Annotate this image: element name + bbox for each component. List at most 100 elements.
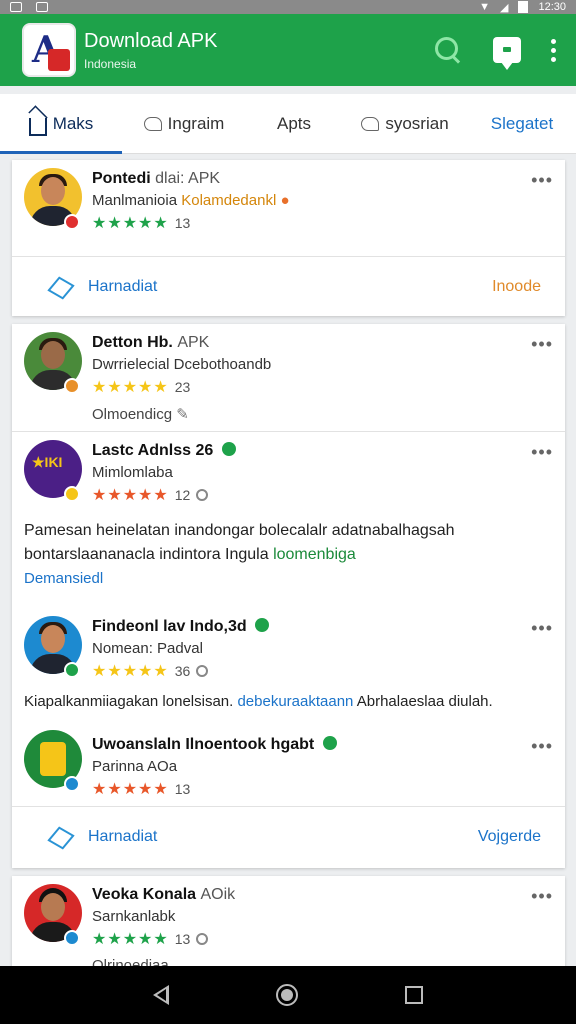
more-vert-icon[interactable]	[551, 38, 556, 62]
verified-icon	[221, 442, 236, 456]
system-nav-bar	[0, 966, 576, 1024]
post-author[interactable]: Pontedi	[92, 170, 151, 187]
tab-bar: Maks Ingraim Apts syosrian Slegatet	[0, 94, 576, 154]
post-author[interactable]: Veoka Konala	[92, 886, 196, 903]
rating-stars: ★★★★★	[92, 663, 169, 680]
tag-icon	[143, 116, 162, 131]
more-icon[interactable]: •••	[531, 886, 553, 907]
feed-post[interactable]: Detton Hb. APK Dwrrielecial Dcebothoandb…	[12, 324, 565, 432]
rating-stars: ★★★★★	[92, 487, 169, 504]
home-button-icon[interactable]	[275, 984, 298, 1006]
badge-icon	[64, 486, 80, 502]
home-icon	[28, 117, 47, 136]
read-more-link[interactable]: Demansiedl	[24, 567, 549, 591]
app-subtitle: Indonesia	[84, 56, 137, 71]
card-footer: Harnadiat Vojgerde	[12, 806, 565, 866]
comment-icon	[361, 116, 380, 131]
rating: ★★★★★ 13	[92, 929, 549, 949]
card-action-right[interactable]: Vojgerde	[478, 828, 541, 846]
badge-icon	[64, 776, 80, 792]
rating-stars: ★★★★★	[92, 931, 169, 948]
tab-ingraim[interactable]: Ingraim	[122, 94, 246, 154]
post-tag: dlai: APK	[155, 170, 221, 187]
info-icon	[196, 489, 209, 501]
feed-card: Veoka Konala AOik Sarnkanlabk ★★★★★ 13 O…	[12, 876, 565, 968]
post-subtitle: Dwrrielecial Dcebothoandb	[92, 356, 272, 373]
emoji-icon: ●	[280, 192, 290, 209]
recents-icon[interactable]	[404, 986, 423, 1004]
feed-card: Detton Hb. APK Dwrrielecial Dcebothoandb…	[12, 324, 565, 868]
feed-post[interactable]: Pontedi dlai: APK Manlmanioia Kolamdedan…	[12, 160, 565, 256]
verified-icon	[255, 618, 270, 632]
tab-slegatet[interactable]: Slegatet	[468, 94, 576, 154]
more-icon[interactable]: •••	[531, 170, 553, 191]
info-icon	[196, 665, 209, 677]
rating-count: 13	[174, 215, 191, 231]
post-author[interactable]: Lastc Adnlss 26	[92, 442, 213, 459]
rating-stars: ★★★★★	[92, 781, 169, 798]
post-tag: APK	[177, 334, 210, 351]
post-author[interactable]: Detton Hb.	[92, 334, 173, 351]
more-icon[interactable]: •••	[531, 334, 553, 355]
rating: ★★★★★ 13	[92, 779, 549, 799]
tab-home[interactable]: Maks	[0, 94, 122, 154]
post-subtitle: Parinna AOa	[92, 758, 178, 775]
tab-apts[interactable]: Apts	[246, 94, 342, 154]
search-icon[interactable]	[433, 35, 463, 65]
feed-post[interactable]: Uwoanslaln Ilnoentook hgabt Parinna AOa …	[12, 726, 565, 806]
post-highlight: Kolamdedankl	[181, 192, 277, 209]
gallery-icon	[36, 2, 48, 12]
info-icon	[196, 933, 209, 945]
rating-count: 12	[174, 487, 191, 503]
rating: ★★★★★ 13	[92, 213, 549, 233]
rating-count: 13	[174, 781, 191, 797]
status-bar: ▼ ◢ 12:30	[0, 0, 576, 14]
card-footer: Harnadiat Inoode	[12, 256, 565, 316]
rating: ★★★★★ 23	[92, 377, 549, 397]
post-author[interactable]: Uwoanslaln Ilnoentook hgabt	[92, 736, 314, 753]
post-link[interactable]: Olmoendicg	[92, 406, 172, 423]
chat-icon[interactable]	[493, 37, 521, 70]
post-body: Kiapalkanmiiagakan lonelsisan.	[24, 693, 234, 710]
badge-icon	[64, 930, 80, 946]
cube-icon	[50, 276, 70, 298]
card-action-left[interactable]: Harnadiat	[50, 276, 157, 298]
edit-icon[interactable]: ✎	[176, 406, 189, 423]
verified-icon	[322, 736, 337, 750]
post-body-tail: Abrhalaeslaa diulah.	[356, 693, 493, 710]
signal-icon: ◢	[500, 1, 509, 14]
back-icon[interactable]	[153, 985, 170, 1005]
post-author[interactable]: Findeonl lav Indo,3d	[92, 618, 247, 635]
rating-count: 23	[174, 379, 191, 395]
tab-syosrian[interactable]: syosrian	[342, 94, 468, 154]
clock: 12:30	[538, 1, 566, 13]
rating-stars: ★★★★★	[92, 379, 169, 396]
card-action-right[interactable]: Inoode	[492, 278, 541, 296]
phone-graphic	[40, 742, 66, 776]
cube-icon	[50, 826, 70, 848]
feed-post[interactable]: Veoka Konala AOik Sarnkanlabk ★★★★★ 13 O…	[12, 876, 565, 968]
post-body: Pamesan heinelatan inandongar bolecalalr…	[24, 522, 455, 563]
promo-logo: ★IKI	[32, 454, 63, 470]
image-icon	[10, 2, 22, 12]
card-action-left[interactable]: Harnadiat	[50, 826, 157, 848]
battery-icon	[518, 1, 529, 13]
post-body-highlight: loomenbiga	[273, 546, 356, 563]
post-subtitle: Nomean: Padval	[92, 640, 203, 657]
feed-post[interactable]: Findeonl lav Indo,3d Nomean: Padval ★★★★…	[12, 608, 565, 726]
more-icon[interactable]: •••	[531, 618, 553, 639]
badge-icon	[64, 662, 80, 678]
rating: ★★★★★ 12	[92, 485, 549, 505]
more-icon[interactable]: •••	[531, 736, 553, 757]
more-icon[interactable]: •••	[531, 442, 553, 463]
feed-post[interactable]: ★IKI Lastc Adnlss 26 Mimlomlaba ★★★★★ 12…	[12, 432, 565, 608]
post-body-highlight: debekuraaktaann	[237, 693, 354, 710]
app-logo: A	[22, 23, 76, 77]
post-subtitle: Mimlomlaba	[92, 464, 173, 481]
post-subtitle: Manlmanioia	[92, 192, 178, 209]
post-subtitle: Sarnkanlabk	[92, 908, 176, 925]
rating-count: 13	[174, 931, 191, 947]
badge-icon	[64, 378, 80, 394]
wifi-icon: ▼	[479, 1, 490, 13]
rating-count: 36	[174, 663, 191, 679]
